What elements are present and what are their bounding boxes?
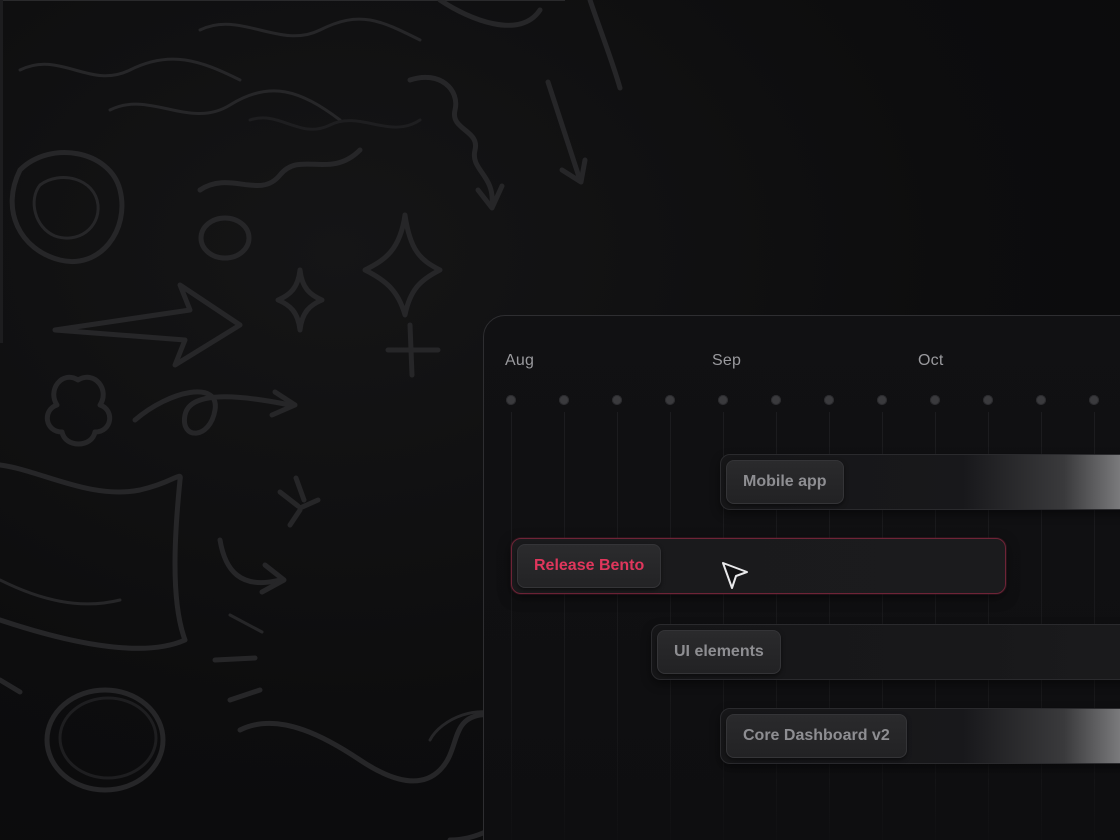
- month-label-aug: Aug: [505, 352, 535, 369]
- timeline-tick-dot: [1036, 395, 1046, 405]
- timeline-tick-dot: [877, 395, 887, 405]
- month-label-oct: Oct: [918, 352, 944, 369]
- track-bar-ui-elements[interactable]: UI elements: [651, 624, 1120, 680]
- doodle-sparkle-small: [275, 267, 325, 333]
- track-chip-ui-elements[interactable]: UI elements: [657, 630, 781, 674]
- track-bar-release-bento[interactable]: Release Bento: [511, 538, 1006, 594]
- timeline-gridline: [564, 412, 565, 840]
- track-chip-release-bento[interactable]: Release Bento: [517, 544, 662, 588]
- timeline-gridline: [511, 412, 512, 840]
- doodle-ribbon-fold: [0, 578, 122, 606]
- doodle-blob-outer: [9, 150, 125, 264]
- timeline-tick-dot: [771, 395, 781, 405]
- doodle-down-arrow-shaft: [545, 79, 583, 183]
- timeline-tick-dot: [718, 395, 728, 405]
- track-chip-mobile-app[interactable]: Mobile app: [726, 460, 844, 504]
- doodle-clover: [45, 375, 112, 447]
- timeline-gridline: [617, 412, 618, 840]
- doodle-swoosh-top: [437, 0, 543, 28]
- doodle-sparkle-large: [362, 212, 443, 318]
- doodle-right-arrow: [52, 282, 243, 368]
- doodle-wave-3: [198, 17, 422, 42]
- doodle-small-circle: [198, 215, 252, 261]
- timeline-tick-dot: [1089, 395, 1099, 405]
- doodle-bottom-circle-inner: [58, 696, 158, 780]
- doodle-flower: [277, 475, 321, 528]
- doodle-bottom-circle: [44, 687, 166, 793]
- pointer-cursor-icon: [722, 562, 748, 589]
- timeline-tick-dot: [824, 395, 834, 405]
- track-bar-mobile-app[interactable]: Mobile app: [720, 454, 1120, 510]
- doodle-wave-2: [108, 89, 342, 122]
- doodle-blob-inner: [32, 176, 100, 240]
- doodle-loop-arrow: [132, 389, 293, 436]
- doodle-wave-1: [18, 57, 242, 82]
- timeline-tick-dot: [559, 395, 569, 405]
- doodle-curve-arrow: [217, 537, 283, 586]
- doodle-ribbon-left: [0, 462, 188, 651]
- timeline-tick-dot: [665, 395, 675, 405]
- doodle-zigzag: [197, 147, 363, 193]
- track-bar-core-dashboard-v2[interactable]: Core Dashboard v2: [720, 708, 1120, 764]
- timeline-tick-dot: [612, 395, 622, 405]
- background-canvas: Aug Sep Oct Mobile app Release Bento UI …: [0, 0, 1120, 840]
- doodle-dash-diagonal: [228, 613, 264, 634]
- track-chip-core-dashboard-v2[interactable]: Core Dashboard v2: [726, 714, 907, 758]
- timeline-panel: Aug Sep Oct Mobile app Release Bento UI …: [483, 315, 1120, 840]
- doodle-line-top-right: [587, 0, 623, 91]
- timeline-tick-dot: [506, 395, 516, 405]
- month-label-sep: Sep: [712, 352, 742, 369]
- doodle-squiggle: [407, 74, 495, 208]
- doodle-plus-sparkle: [385, 322, 441, 378]
- timeline-tick-dot: [930, 395, 940, 405]
- doodle-curve-arrowhead: [259, 562, 287, 595]
- doodle-zigzag-2: [248, 116, 422, 131]
- timeline-tick-dot: [983, 395, 993, 405]
